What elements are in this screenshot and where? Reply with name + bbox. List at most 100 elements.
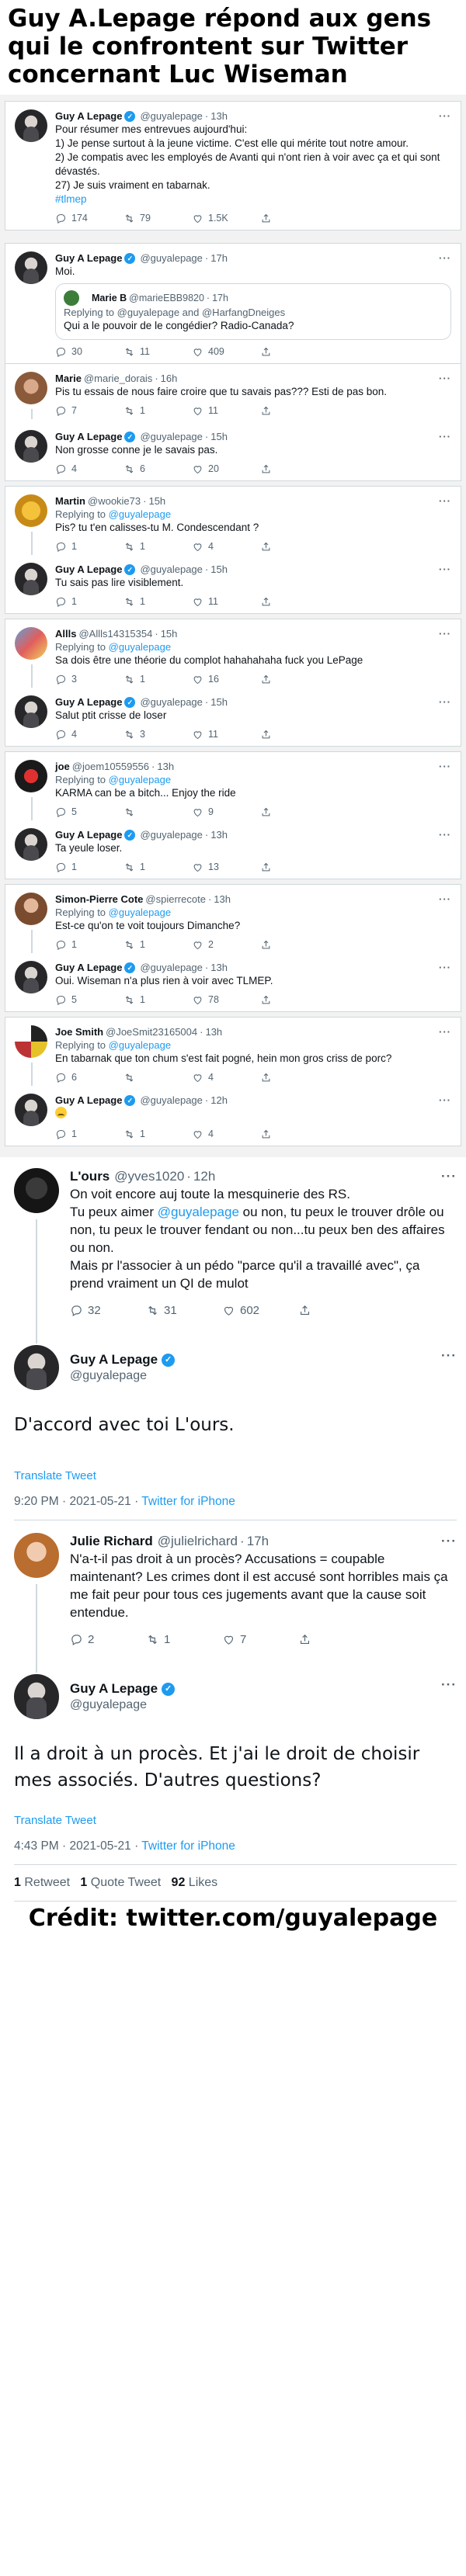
reply-button[interactable]: 6 — [55, 1072, 123, 1083]
more-icon[interactable]: ··· — [439, 430, 451, 443]
like-button[interactable]: 9 — [192, 806, 260, 818]
reply-button[interactable]: 3 — [55, 674, 123, 685]
retweet-button[interactable]: 3 — [123, 729, 192, 740]
tweet-time[interactable]: 15h — [210, 430, 228, 443]
source-link[interactable]: Twitter for iPhone — [141, 1495, 235, 1508]
avatar[interactable] — [15, 893, 47, 925]
author-handle[interactable]: @guyalepage — [70, 1697, 177, 1713]
more-icon[interactable]: ··· — [439, 961, 451, 974]
source-link[interactable]: Twitter for iPhone — [141, 1839, 235, 1853]
tweet-time[interactable]: 12h — [210, 1094, 228, 1107]
more-icon[interactable]: ··· — [439, 893, 451, 906]
author-handle[interactable]: @marie_dorais — [84, 372, 152, 385]
more-icon[interactable]: ··· — [439, 1025, 451, 1038]
like-button[interactable]: 11 — [192, 405, 260, 417]
avatar[interactable] — [15, 494, 47, 527]
tweet-card[interactable]: Guy A Lepage ✓ @guyalepage · 17h ··· Moi… — [5, 243, 461, 481]
share-button[interactable] — [260, 213, 329, 224]
retweet-button[interactable]: 1 — [123, 939, 192, 951]
avatar[interactable] — [14, 1674, 59, 1719]
like-button[interactable]: 20 — [192, 463, 260, 475]
author-handle[interactable]: @julielrichard — [158, 1533, 238, 1550]
author-name[interactable]: Guy A Lepage — [55, 430, 122, 443]
tweet-card[interactable]: joe @joem10559556 · 13h ··· Replying to @guya… — [5, 751, 461, 879]
retweet-button[interactable]: 1 — [123, 596, 192, 608]
author-name[interactable]: Guy A Lepage — [70, 1351, 158, 1368]
tweet-time[interactable]: 15h — [148, 494, 165, 508]
more-icon[interactable]: ··· — [439, 627, 451, 640]
reply-button[interactable]: 5 — [55, 806, 123, 818]
like-button[interactable]: 1.5K — [192, 213, 260, 224]
avatar[interactable] — [15, 1025, 47, 1058]
share-button[interactable] — [260, 463, 329, 475]
retweet-button[interactable]: 79 — [123, 213, 192, 224]
tweet-card[interactable]: Joe Smith @JoeSmit23165004 · 13h ··· Replying… — [5, 1017, 461, 1146]
author-name[interactable]: Guy A Lepage — [55, 828, 122, 841]
more-icon[interactable]: ··· — [439, 494, 451, 508]
like-button[interactable]: 11 — [192, 596, 260, 608]
author-name[interactable]: Guy A Lepage — [70, 1680, 158, 1697]
like-count[interactable]: 92 Likes — [172, 1876, 218, 1889]
like-button[interactable]: 4 — [192, 1129, 260, 1140]
share-button[interactable] — [260, 729, 329, 740]
avatar[interactable] — [15, 1094, 47, 1126]
avatar[interactable] — [15, 760, 47, 792]
avatar[interactable] — [15, 627, 47, 660]
share-button[interactable] — [260, 862, 329, 873]
author-handle[interactable]: @spierrecote — [145, 893, 206, 906]
author-name[interactable]: joe — [55, 760, 70, 773]
avatar[interactable] — [15, 109, 47, 142]
tweet-time[interactable]: 13h — [214, 893, 231, 906]
author-name[interactable]: Simon-Pierre Cote — [55, 893, 143, 906]
author-name[interactable]: Guy A Lepage — [55, 961, 122, 974]
share-button[interactable] — [260, 1072, 329, 1083]
more-icon[interactable]: ··· — [439, 251, 451, 265]
avatar[interactable] — [15, 828, 47, 861]
share-button[interactable] — [260, 541, 329, 553]
reply-button[interactable]: 174 — [55, 213, 123, 224]
avatar[interactable] — [15, 251, 47, 284]
tweet-card[interactable]: Allls @Allls14315354 · 15h ··· Replying to @g… — [5, 619, 461, 747]
mention-link[interactable]: @guyalepage — [109, 907, 171, 918]
more-icon[interactable]: ··· — [441, 1348, 457, 1364]
author-name[interactable]: Guy A Lepage — [55, 109, 122, 123]
more-icon[interactable]: ··· — [441, 1677, 457, 1693]
tweet-time[interactable]: 15h — [210, 563, 228, 576]
more-icon[interactable]: ··· — [439, 828, 451, 841]
more-icon[interactable]: ··· — [441, 1168, 457, 1185]
avatar[interactable] — [14, 1168, 59, 1213]
hashtag-link[interactable]: #tlmep — [55, 192, 451, 206]
author-handle[interactable]: @JoeSmit23165004 — [106, 1025, 197, 1038]
author-handle[interactable]: @guyalepage — [140, 828, 202, 841]
avatar[interactable] — [15, 563, 47, 595]
translate-link[interactable]: Translate Tweet — [14, 1469, 457, 1482]
like-button[interactable]: 4 — [192, 1072, 260, 1083]
retweet-button[interactable]: 1 — [123, 1129, 192, 1140]
tweet-time[interactable]: 13h — [210, 109, 228, 123]
retweet-button[interactable]: 1 — [123, 674, 192, 685]
more-icon[interactable]: ··· — [439, 1094, 451, 1107]
tweet-card[interactable]: Martin @wookie73 · 15h ··· Replying to @guyal… — [5, 486, 461, 614]
more-icon[interactable]: ··· — [441, 1533, 457, 1550]
share-button[interactable] — [260, 994, 329, 1006]
avatar[interactable] — [14, 1533, 59, 1578]
quoted-tweet[interactable]: Marie B @marieEBB9820 · 17h Replying to … — [55, 283, 451, 340]
mention-link[interactable]: @guyalepage — [109, 774, 171, 785]
share-button[interactable] — [298, 1304, 374, 1317]
quote-count[interactable]: 1 Quote Tweet — [80, 1876, 161, 1889]
avatar[interactable] — [15, 961, 47, 993]
share-button[interactable] — [260, 405, 329, 417]
retweet-button[interactable]: 1 — [146, 1633, 222, 1646]
like-button[interactable]: 78 — [192, 994, 260, 1006]
author-handle[interactable]: @guyalepage — [140, 251, 202, 265]
like-button[interactable]: 11 — [192, 729, 260, 740]
tweet-time[interactable]: 13h — [210, 961, 228, 974]
mention-link[interactable]: @guyalepage — [109, 641, 171, 653]
retweet-button[interactable]: 1 — [123, 994, 192, 1006]
author-handle[interactable]: @Allls14315354 — [78, 627, 152, 640]
retweet-button[interactable]: 1 — [123, 862, 192, 873]
share-button[interactable] — [298, 1633, 374, 1646]
retweet-count[interactable]: 1 Retweet — [14, 1876, 70, 1889]
like-button[interactable]: 4 — [192, 541, 260, 553]
tweet-time[interactable]: 15h — [161, 627, 178, 640]
